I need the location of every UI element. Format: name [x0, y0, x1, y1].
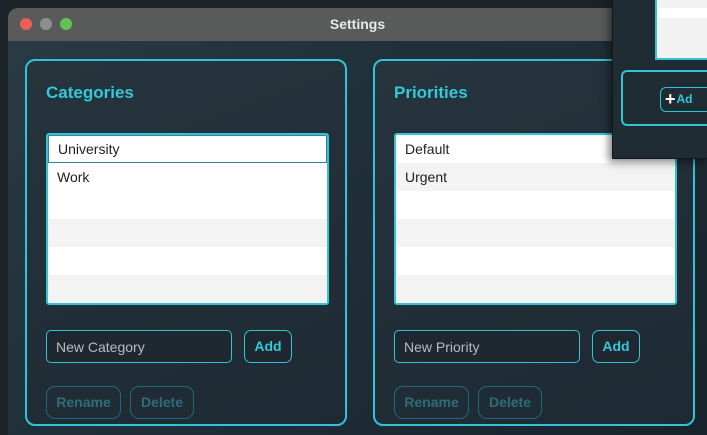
new-priority-input[interactable] [394, 330, 580, 363]
list-item-empty [48, 247, 327, 275]
new-category-input[interactable] [46, 330, 232, 363]
rename-priority-button[interactable]: Rename [394, 386, 469, 419]
list-item-empty [48, 219, 327, 247]
list-item[interactable]: Urgent [396, 163, 675, 191]
settings-window: Settings Categories University Work Add … [8, 8, 707, 435]
list-item-empty [48, 275, 327, 303]
list-item-empty [396, 191, 675, 219]
list-item[interactable]: Work [48, 163, 327, 191]
title-bar[interactable]: Settings [8, 8, 707, 41]
list-item-empty [48, 191, 327, 219]
background-window[interactable]: +Ad [612, 0, 707, 159]
list-item-empty [396, 219, 675, 247]
categories-list[interactable]: University Work [46, 133, 329, 305]
background-list [655, 0, 707, 60]
categories-panel: Categories University Work Add Rename De… [25, 59, 347, 426]
rename-category-button[interactable]: Rename [46, 386, 121, 419]
list-item[interactable]: University [48, 135, 327, 163]
list-item-empty [396, 275, 675, 303]
list-stripe [657, 8, 707, 18]
background-add-label: Ad [676, 92, 693, 106]
delete-priority-button[interactable]: Delete [478, 386, 542, 419]
plus-icon: + [665, 89, 676, 109]
categories-title: Categories [46, 83, 134, 102]
delete-category-button[interactable]: Delete [130, 386, 194, 419]
background-add-button[interactable]: +Ad [660, 87, 707, 112]
window-title: Settings [329, 16, 386, 32]
list-item-empty [396, 247, 675, 275]
add-priority-button[interactable]: Add [592, 330, 640, 363]
add-category-button[interactable]: Add [244, 330, 292, 363]
priorities-title: Priorities [394, 83, 468, 102]
